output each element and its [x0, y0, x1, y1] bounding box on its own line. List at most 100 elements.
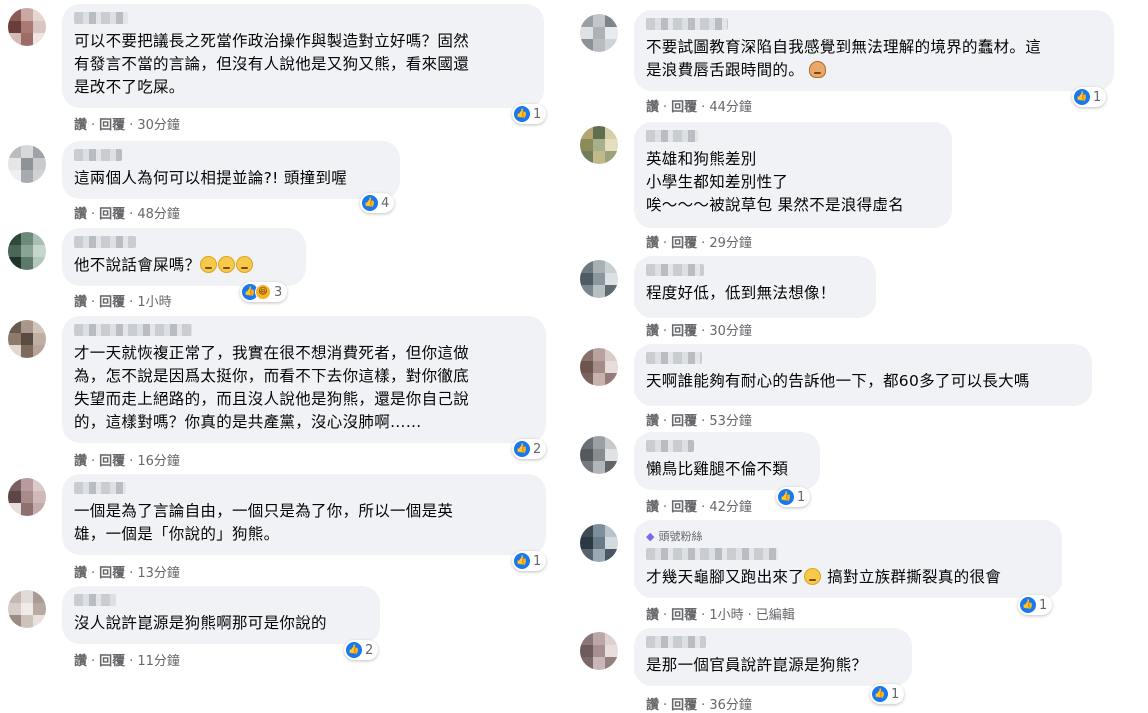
thumbs-up-icon: 👍 — [362, 195, 378, 211]
comment-bubble: ◆ 頭號粉絲 才幾天龜腳又跑出來了 搞對立族群撕裂真的很會 — [634, 520, 1062, 598]
avatar[interactable] — [8, 478, 46, 516]
timestamp-link[interactable]: 30分鐘 — [709, 324, 752, 339]
avatar[interactable] — [580, 126, 618, 164]
like-link[interactable]: 讚 — [74, 566, 87, 581]
timestamp-link[interactable]: 36分鐘 — [709, 698, 752, 713]
like-link[interactable]: 讚 — [646, 500, 659, 515]
timestamp-link[interactable]: 1小時 — [709, 608, 743, 623]
commenter-name-blurred[interactable] — [74, 149, 122, 161]
commenter-name-blurred[interactable] — [646, 636, 706, 648]
reply-link[interactable]: 回覆 — [99, 454, 125, 469]
avatar[interactable] — [580, 14, 618, 52]
reply-link[interactable]: 回覆 — [99, 566, 125, 581]
reaction-summary[interactable]: 👍 4 — [360, 193, 395, 213]
avatar[interactable] — [8, 232, 46, 270]
reply-link[interactable]: 回覆 — [99, 118, 125, 133]
reaction-summary[interactable]: 👍 😆 3 — [240, 282, 288, 302]
commenter-name-blurred[interactable] — [646, 548, 778, 560]
commenter-name-blurred[interactable] — [74, 12, 128, 24]
commenter-name-blurred[interactable] — [74, 482, 126, 494]
like-link[interactable]: 讚 — [74, 654, 87, 669]
comment-bubble: 他不說話會屎嗎？ — [62, 228, 306, 286]
like-link[interactable]: 讚 — [74, 295, 87, 310]
like-link[interactable]: 讚 — [74, 207, 87, 222]
like-link[interactable]: 讚 — [646, 608, 659, 623]
comment-text: 沒人說許崑源是狗熊啊那可是你說的 — [74, 612, 368, 635]
commenter-name-blurred[interactable] — [646, 130, 698, 142]
commenter-name-blurred[interactable] — [74, 594, 116, 606]
timestamp-link[interactable]: 29分鐘 — [709, 236, 752, 251]
comment-text: 天啊誰能夠有耐心的告訴他一下，都60多了可以長大嗎 — [646, 370, 1080, 393]
timestamp-link[interactable]: 11分鐘 — [137, 654, 180, 669]
separator-dot: · — [701, 236, 706, 251]
avatar[interactable] — [580, 260, 618, 298]
comment-text-body: 他不說話會屎嗎？ — [74, 256, 201, 274]
reply-link[interactable]: 回覆 — [99, 295, 125, 310]
avatar[interactable] — [8, 320, 46, 358]
comment-bubble: 不要試圖教育深陷自我感覺到無法理解的境界的蠢材。這 是浪費唇舌跟時間的。 — [634, 10, 1114, 91]
comment-text-body: 一個是為了言論自由，一個只是為了你，所以一個是英 雄，一個是「你說的」狗熊。 — [74, 502, 454, 543]
comment-actions: 讚 · 回覆 · 30分鐘 — [646, 320, 752, 339]
separator-dot: · — [663, 698, 668, 713]
reply-link[interactable]: 回覆 — [671, 500, 697, 515]
avatar[interactable] — [580, 436, 618, 474]
timestamp-link[interactable]: 44分鐘 — [709, 100, 752, 115]
comment-text-body: 天啊誰能夠有耐心的告訴他一下，都60多了可以長大嗎 — [646, 372, 1030, 390]
reply-link[interactable]: 回覆 — [99, 207, 125, 222]
reply-link[interactable]: 回覆 — [671, 608, 697, 623]
avatar[interactable] — [8, 145, 46, 183]
reaction-summary[interactable]: 👍 1 — [512, 551, 547, 571]
timestamp-link[interactable]: 42分鐘 — [709, 500, 752, 515]
timestamp-link[interactable]: 53分鐘 — [709, 414, 752, 429]
reaction-summary[interactable]: 👍 1 — [1072, 87, 1107, 107]
commenter-name-blurred[interactable] — [646, 440, 694, 452]
reaction-summary[interactable]: 👍 1 — [1018, 595, 1053, 615]
commenter-name-blurred[interactable] — [646, 18, 728, 30]
timestamp-link[interactable]: 1小時 — [137, 295, 171, 310]
reaction-summary[interactable]: 👍 1 — [512, 104, 547, 124]
like-link[interactable]: 讚 — [74, 118, 87, 133]
comment-text-body: 可以不要把議長之死當作政治操作與製造對立好嗎？固然 有發言不當的言論，但沒有人說… — [74, 32, 470, 96]
reaction-summary[interactable]: 👍 2 — [344, 640, 379, 660]
timestamp-link[interactable]: 16分鐘 — [137, 454, 180, 469]
comment-text: 才幾天龜腳又跑出來了 搞對立族群撕裂真的很會 — [646, 566, 1050, 589]
timestamp-link[interactable]: 30分鐘 — [137, 118, 180, 133]
thumbs-up-icon: 👍 — [778, 489, 794, 505]
reaction-summary[interactable]: 👍 1 — [870, 684, 905, 704]
like-link[interactable]: 讚 — [646, 414, 659, 429]
like-link[interactable]: 讚 — [646, 324, 659, 339]
reply-link[interactable]: 回覆 — [671, 698, 697, 713]
reply-link[interactable]: 回覆 — [671, 100, 697, 115]
comment-actions: 讚 · 回覆 · 30分鐘 — [74, 114, 180, 133]
avatar[interactable] — [580, 524, 618, 562]
commenter-name-blurred[interactable] — [646, 264, 704, 276]
comment-actions: 讚 · 回覆 · 48分鐘 — [74, 203, 180, 222]
commenter-name-blurred[interactable] — [74, 324, 192, 336]
like-link[interactable]: 讚 — [646, 100, 659, 115]
separator-dot: · — [701, 414, 706, 429]
comment-bubble: 程度好低，低到無法想像！ — [634, 256, 876, 318]
reply-link[interactable]: 回覆 — [671, 324, 697, 339]
reply-link[interactable]: 回覆 — [671, 236, 697, 251]
eye-roll-emoji-icon — [218, 256, 236, 273]
like-link[interactable]: 讚 — [74, 454, 87, 469]
commenter-name-blurred[interactable] — [646, 352, 702, 364]
avatar[interactable] — [580, 632, 618, 670]
reaction-summary[interactable]: 👍 1 — [776, 487, 811, 507]
timestamp-link[interactable]: 13分鐘 — [137, 566, 180, 581]
reply-link[interactable]: 回覆 — [671, 414, 697, 429]
comment-text: 才一天就恢複正常了，我實在很不想消費死者，但你這做 為，怎不說是因爲太挺你，而看… — [74, 342, 534, 434]
avatar[interactable] — [8, 8, 46, 46]
reply-link[interactable]: 回覆 — [99, 654, 125, 669]
separator-dot: · — [129, 295, 134, 310]
like-link[interactable]: 讚 — [646, 698, 659, 713]
avatar[interactable] — [8, 590, 46, 628]
comment-bubble: 一個是為了言論自由，一個只是為了你，所以一個是英 雄，一個是「你說的」狗熊。 — [62, 474, 546, 555]
like-link[interactable]: 讚 — [646, 236, 659, 251]
timestamp-link[interactable]: 48分鐘 — [137, 207, 180, 222]
avatar[interactable] — [580, 348, 618, 386]
commenter-name-blurred[interactable] — [74, 236, 136, 248]
separator-dot: · — [747, 608, 752, 623]
separator-dot: · — [701, 100, 706, 115]
reaction-summary[interactable]: 👍 2 — [512, 439, 547, 459]
